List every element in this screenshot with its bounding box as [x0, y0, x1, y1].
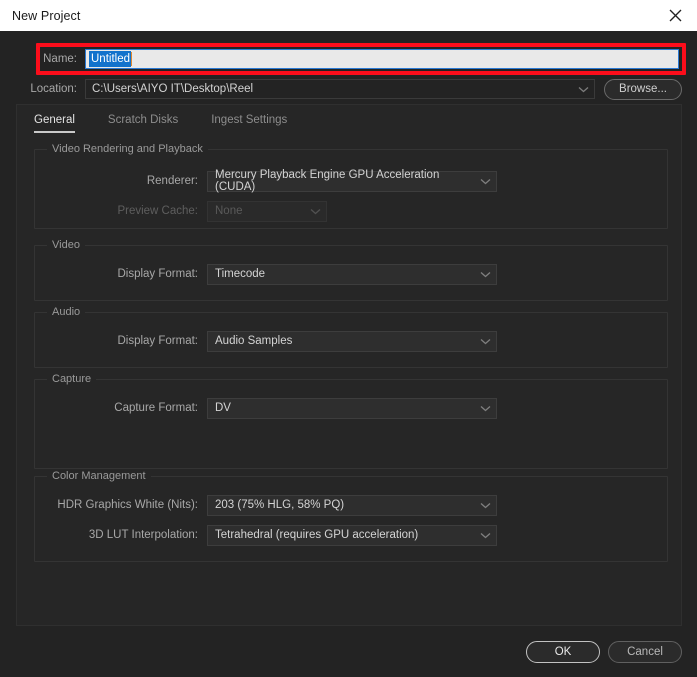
fieldset-video: Video Display Format: Timecode [34, 239, 668, 301]
project-fields-area: Name: Untitled Location: C:\Users\AIYO I… [0, 31, 697, 103]
cancel-button[interactable]: Cancel [608, 641, 682, 663]
hdr-graphics-white-value: 203 (75% HLG, 58% PQ) [215, 499, 345, 511]
chevron-down-icon [480, 271, 491, 278]
new-project-dialog: New Project Name: Untitled Location: C:\… [0, 0, 697, 677]
video-display-format-row: Display Format: Timecode [35, 263, 497, 285]
renderer-dropdown[interactable]: Mercury Playback Engine GPU Acceleration… [207, 169, 497, 193]
settings-panel: General Scratch Disks Ingest Settings Vi… [16, 104, 682, 626]
location-row: Location: C:\Users\AIYO IT\Desktop\Reel … [0, 78, 697, 100]
close-icon [669, 9, 682, 22]
dialog-footer: OK Cancel [0, 638, 697, 666]
capture-format-dropdown[interactable]: DV [207, 397, 497, 419]
lut-interpolation-dropdown[interactable]: Tetrahedral (requires GPU acceleration) [207, 524, 497, 546]
name-label: Name: [43, 53, 77, 65]
audio-display-format-value: Audio Samples [215, 335, 293, 347]
capture-format-value: DV [215, 402, 231, 414]
hdr-graphics-white-label: HDR Graphics White (Nits): [57, 499, 198, 511]
tab-scratch-disks[interactable]: Scratch Disks [108, 114, 178, 133]
audio-display-format-dropdown[interactable]: Audio Samples [207, 330, 497, 352]
tab-ingest-settings[interactable]: Ingest Settings [211, 114, 287, 133]
legend-audio: Audio [47, 306, 86, 318]
renderer-value: Mercury Playback Engine GPU Acceleration… [215, 169, 440, 193]
legend-video-rendering: Video Rendering and Playback [47, 143, 208, 155]
name-row: Name: Untitled [0, 49, 697, 69]
text-caret [131, 52, 132, 66]
location-dropdown[interactable]: C:\Users\AIYO IT\Desktop\Reel [85, 79, 595, 99]
lut-interpolation-label: 3D LUT Interpolation: [88, 529, 198, 541]
location-label: Location: [30, 83, 77, 95]
chevron-down-icon [480, 405, 491, 412]
lut-interpolation-row: 3D LUT Interpolation: Tetrahedral (requi… [35, 524, 497, 546]
fieldset-audio: Audio Display Format: Audio Samples [34, 306, 668, 368]
chevron-down-icon [480, 338, 491, 345]
chevron-down-icon [480, 532, 491, 539]
window-title: New Project [12, 8, 81, 23]
renderer-label: Renderer: [146, 175, 198, 187]
capture-format-row: Capture Format: DV [35, 397, 497, 419]
legend-capture: Capture [47, 373, 97, 385]
legend-video: Video [47, 239, 85, 251]
fieldset-color-management: Color Management HDR Graphics White (Nit… [34, 470, 668, 562]
video-display-format-label: Display Format: [117, 268, 198, 280]
hdr-graphics-white-dropdown[interactable]: 203 (75% HLG, 58% PQ) [207, 494, 497, 516]
title-bar: New Project [0, 0, 697, 31]
preview-cache-row: Preview Cache: None [35, 200, 327, 222]
hdr-graphics-white-row: HDR Graphics White (Nits): 203 (75% HLG,… [35, 494, 497, 516]
location-value: C:\Users\AIYO IT\Desktop\Reel [92, 83, 254, 95]
audio-display-format-row: Display Format: Audio Samples [35, 330, 497, 352]
renderer-row: Renderer: Mercury Playback Engine GPU Ac… [35, 169, 497, 193]
preview-cache-dropdown: None [207, 200, 327, 222]
video-display-format-value: Timecode [215, 268, 266, 280]
project-name-input[interactable]: Untitled [85, 49, 679, 69]
capture-format-label: Capture Format: [114, 402, 198, 414]
name-input-value: Untitled [89, 51, 131, 67]
tab-bar: General Scratch Disks Ingest Settings [17, 105, 320, 133]
browse-button[interactable]: Browse... [604, 78, 682, 100]
fieldset-video-rendering: Video Rendering and Playback Renderer: M… [34, 143, 668, 229]
video-display-format-dropdown[interactable]: Timecode [207, 263, 497, 285]
chevron-down-icon [480, 178, 491, 185]
preview-cache-value: None [215, 205, 243, 217]
lut-interpolation-value: Tetrahedral (requires GPU acceleration) [215, 529, 419, 541]
chevron-down-icon [578, 86, 589, 93]
chevron-down-icon [310, 208, 321, 215]
chevron-down-icon [480, 502, 491, 509]
ok-button[interactable]: OK [526, 641, 600, 663]
tab-general[interactable]: General [34, 114, 75, 133]
audio-display-format-label: Display Format: [117, 335, 198, 347]
fieldset-capture: Capture Capture Format: DV [34, 373, 668, 469]
preview-cache-label: Preview Cache: [117, 205, 198, 217]
close-button[interactable] [653, 0, 697, 31]
legend-color-management: Color Management [47, 470, 151, 482]
